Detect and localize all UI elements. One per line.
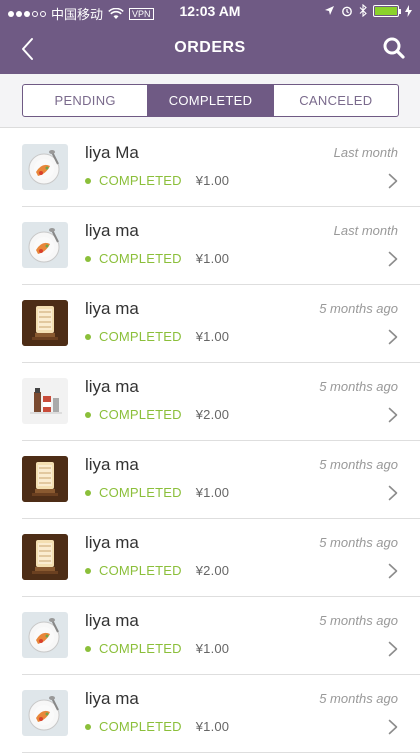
status-right [324, 4, 412, 17]
bluetooth-icon [359, 4, 367, 17]
order-time: 5 months ago [319, 301, 398, 316]
status-bar: 中国移动 VPN 12:03 AM [0, 0, 420, 24]
customer-name: liya Ma [85, 143, 139, 162]
status-label: COMPLETED [99, 173, 182, 188]
order-row[interactable]: liya ma COMPLETED ¥1.00 Last month [22, 207, 420, 285]
product-thumbnail [22, 534, 68, 580]
status-label: COMPLETED [99, 329, 182, 344]
order-row[interactable]: liya Ma COMPLETED ¥1.00 Last month [22, 129, 420, 207]
order-price: ¥2.00 [195, 563, 230, 578]
customer-name: liya ma [85, 533, 139, 552]
order-status: COMPLETED ¥1.00 [85, 485, 229, 500]
chevron-right-icon[interactable] [388, 485, 398, 501]
customer-name: liya ma [85, 455, 139, 474]
order-status-tabs: PENDING COMPLETED CANCELED [22, 84, 399, 117]
search-button[interactable] [380, 34, 408, 62]
status-label: COMPLETED [99, 407, 182, 422]
header: 中国移动 VPN 12:03 AM ORDERS [0, 0, 420, 74]
order-price: ¥1.00 [195, 719, 230, 734]
status-dot-icon [85, 567, 91, 574]
order-row[interactable]: liya ma COMPLETED ¥2.00 5 months ago [22, 363, 420, 441]
product-thumbnail [22, 378, 68, 424]
product-thumbnail [22, 222, 68, 268]
order-status: COMPLETED ¥1.00 [85, 719, 229, 734]
status-dot-icon [85, 333, 91, 340]
tab-completed[interactable]: COMPLETED [148, 85, 274, 116]
chevron-right-icon[interactable] [388, 563, 398, 579]
chevron-right-icon[interactable] [388, 251, 398, 267]
tab-pending[interactable]: PENDING [23, 85, 149, 116]
order-time: 5 months ago [319, 535, 398, 550]
product-thumbnail [22, 300, 68, 346]
product-thumbnail [22, 144, 68, 190]
status-dot-icon [85, 177, 91, 184]
order-price: ¥1.00 [195, 173, 230, 188]
status-label: COMPLETED [99, 563, 182, 578]
order-row[interactable]: liya ma COMPLETED ¥1.00 5 months ago [22, 441, 420, 519]
order-time: 5 months ago [319, 379, 398, 394]
status-label: COMPLETED [99, 719, 182, 734]
order-time: 5 months ago [319, 613, 398, 628]
order-row[interactable]: liya ma COMPLETED ¥1.00 5 months ago [22, 285, 420, 363]
status-dot-icon [85, 723, 91, 730]
status-dot-icon [85, 411, 91, 418]
search-icon [383, 37, 405, 59]
customer-name: liya ma [85, 611, 139, 630]
chevron-right-icon[interactable] [388, 719, 398, 735]
status-dot-icon [85, 645, 91, 652]
order-price: ¥1.00 [195, 329, 230, 344]
product-thumbnail [22, 690, 68, 736]
status-dot-icon [85, 255, 91, 262]
order-status: COMPLETED ¥1.00 [85, 173, 229, 188]
order-status: COMPLETED ¥1.00 [85, 251, 229, 266]
location-arrow-icon [325, 6, 334, 15]
product-thumbnail [22, 456, 68, 502]
status-label: COMPLETED [99, 251, 182, 266]
order-price: ¥1.00 [195, 251, 230, 266]
tab-canceled[interactable]: CANCELED [274, 85, 398, 116]
order-price: ¥2.00 [195, 407, 230, 422]
product-thumbnail [22, 612, 68, 658]
order-status: COMPLETED ¥2.00 [85, 563, 229, 578]
chevron-right-icon[interactable] [388, 407, 398, 423]
customer-name: liya ma [85, 221, 139, 240]
order-list: liya Ma COMPLETED ¥1.00 Last month liya ma CO… [0, 129, 420, 753]
status-dot-icon [85, 489, 91, 496]
chevron-right-icon[interactable] [388, 173, 398, 189]
chevron-right-icon[interactable] [388, 329, 398, 345]
order-row[interactable]: liya ma COMPLETED ¥2.00 5 months ago [22, 519, 420, 597]
order-row[interactable]: liya ma COMPLETED ¥1.00 5 months ago [22, 597, 420, 675]
order-row[interactable]: liya ma COMPLETED ¥1.00 5 months ago [22, 675, 420, 753]
order-status: COMPLETED ¥2.00 [85, 407, 229, 422]
page-title: ORDERS [174, 39, 246, 56]
alarm-clock-icon [342, 6, 352, 16]
battery-icon [373, 4, 401, 17]
order-time: 5 months ago [319, 457, 398, 472]
order-time: Last month [333, 223, 398, 238]
charging-bolt-icon [405, 4, 412, 17]
order-time: Last month [333, 145, 398, 160]
navigation-bar: ORDERS [0, 24, 420, 74]
order-status: COMPLETED ¥1.00 [85, 329, 229, 344]
customer-name: liya ma [85, 689, 139, 708]
status-label: COMPLETED [99, 485, 182, 500]
order-time: 5 months ago [319, 691, 398, 706]
status-label: COMPLETED [99, 641, 182, 656]
customer-name: liya ma [85, 299, 139, 318]
chevron-right-icon[interactable] [388, 641, 398, 657]
order-price: ¥1.00 [195, 641, 230, 656]
customer-name: liya ma [85, 377, 139, 396]
tab-bar-container: PENDING COMPLETED CANCELED [0, 74, 420, 128]
order-price: ¥1.00 [195, 485, 230, 500]
order-status: COMPLETED ¥1.00 [85, 641, 229, 656]
